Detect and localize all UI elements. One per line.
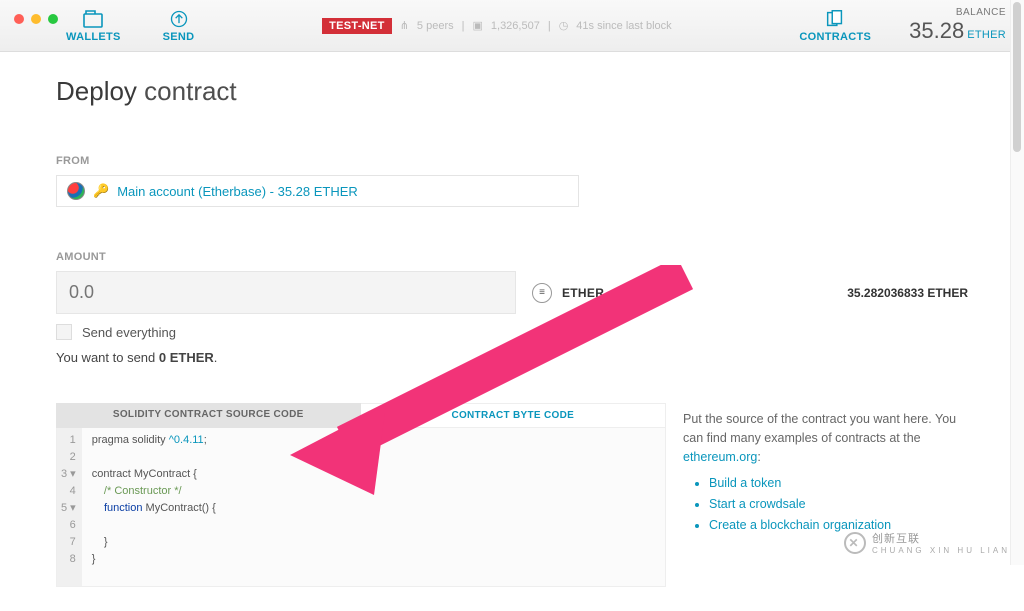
- watermark-text: 创新互联: [872, 530, 1010, 546]
- you-want-bold: 0 ETHER: [159, 350, 214, 365]
- contracts-icon: [824, 9, 846, 29]
- unit-select[interactable]: ≡ ETHER: [532, 283, 604, 303]
- avatar-icon: [67, 182, 85, 200]
- nav-send[interactable]: SEND: [163, 9, 195, 43]
- tab-bytecode[interactable]: CONTRACT BYTE CODE: [361, 403, 667, 428]
- line-gutter: 123 ▾45 ▾678: [57, 428, 82, 586]
- divider: |: [548, 20, 551, 32]
- you-want-suffix: .: [214, 350, 218, 365]
- scrollbar-track[interactable]: [1010, 0, 1024, 565]
- window-controls: [14, 14, 58, 24]
- amount-label: AMOUNT: [56, 251, 968, 263]
- send-everything-row[interactable]: Send everything: [56, 324, 968, 340]
- nav-send-label: SEND: [163, 31, 195, 43]
- balance-unit: ETHER: [967, 29, 1006, 41]
- maximize-dot-icon[interactable]: [48, 14, 58, 24]
- block-number: 1,326,507: [491, 20, 540, 32]
- info-text: Put the source of the contract you want …: [683, 412, 956, 445]
- minimize-dot-icon[interactable]: [31, 14, 41, 24]
- you-want-prefix: You want to send: [56, 350, 159, 365]
- from-label: FROM: [56, 155, 968, 167]
- wallet-icon: [81, 9, 105, 29]
- nav-wallets[interactable]: WALLETS: [66, 9, 121, 43]
- unit-label: ETHER: [562, 286, 604, 300]
- testnet-badge: TEST-NET: [322, 18, 392, 34]
- balance-value: 35.28: [909, 18, 964, 44]
- link-crowdsale[interactable]: Start a crowdsale: [709, 495, 963, 514]
- key-icon: 🔑: [93, 183, 109, 199]
- tab-source[interactable]: SOLIDITY CONTRACT SOURCE CODE: [56, 403, 361, 428]
- watermark: ✕ 创新互联 CHUANG XIN HU LIAN: [844, 530, 1010, 555]
- send-everything-checkbox[interactable]: [56, 324, 72, 340]
- nav-left: WALLETS SEND: [66, 9, 194, 43]
- link-build-token[interactable]: Build a token: [709, 474, 963, 493]
- code-tabs: SOLIDITY CONTRACT SOURCE CODE CONTRACT B…: [56, 403, 666, 428]
- nav-contracts-label: CONTRACTS: [799, 31, 871, 43]
- send-everything-label: Send everything: [82, 325, 176, 340]
- nav-center: TEST-NET ⋔ 5 peers | ▣ 1,326,507 | ◷ 41s…: [322, 18, 672, 34]
- ethereum-org-link[interactable]: ethereum.org: [683, 450, 757, 464]
- balance-display: BALANCE 35.28 ETHER: [909, 7, 1006, 44]
- watermark-logo-icon: ✕: [844, 532, 866, 554]
- balance-label: BALANCE: [956, 7, 1006, 18]
- nav-contracts[interactable]: CONTRACTS: [799, 9, 871, 43]
- nav-right: CONTRACTS BALANCE 35.28 ETHER: [799, 7, 1006, 44]
- peers-text: 5 peers: [417, 20, 454, 32]
- last-block-text: 41s since last block: [576, 20, 671, 32]
- close-dot-icon[interactable]: [14, 14, 24, 24]
- from-account-select[interactable]: 🔑 Main account (Etherbase) - 35.28 ETHER: [56, 175, 579, 207]
- app-header: WALLETS SEND TEST-NET ⋔ 5 peers | ▣ 1,32…: [0, 0, 1024, 52]
- code-content[interactable]: pragma solidity ^0.4.11; contract MyCont…: [82, 428, 226, 586]
- cube-icon: ▣: [472, 19, 482, 32]
- account-text: Main account (Etherbase) - 35.28 ETHER: [117, 184, 358, 199]
- clock-icon: ◷: [559, 19, 569, 32]
- you-want-text: You want to send 0 ETHER.: [56, 350, 968, 365]
- info-text-end: :: [757, 450, 760, 464]
- title-bold: Deploy: [56, 76, 137, 106]
- scrollbar-thumb[interactable]: [1013, 2, 1021, 152]
- available-balance: 35.282036833 ETHER: [847, 286, 968, 300]
- divider: |: [462, 20, 465, 32]
- title-light: contract: [144, 76, 237, 106]
- unit-menu-icon: ≡: [532, 283, 552, 303]
- peers-icon: ⋔: [400, 19, 409, 32]
- right-info-panel: Put the source of the contract you want …: [683, 410, 963, 537]
- code-block: SOLIDITY CONTRACT SOURCE CODE CONTRACT B…: [56, 403, 666, 587]
- nav-wallets-label: WALLETS: [66, 31, 121, 43]
- send-icon: [169, 9, 189, 29]
- code-editor[interactable]: 123 ▾45 ▾678 pragma solidity ^0.4.11; co…: [56, 428, 666, 587]
- page-title: Deploy contract: [56, 76, 968, 107]
- amount-input[interactable]: [56, 271, 516, 314]
